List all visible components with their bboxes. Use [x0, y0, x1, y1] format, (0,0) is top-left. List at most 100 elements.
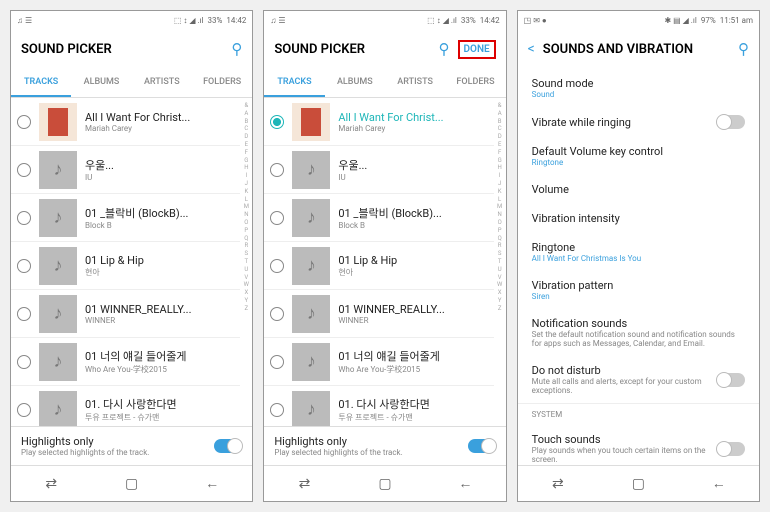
index-letter[interactable]: L: [240, 196, 252, 204]
track-row[interactable]: ♪01 _블락비 (BlockB)...Block B: [11, 194, 240, 242]
setting-row[interactable]: Vibration patternSiren: [518, 271, 759, 309]
index-letter[interactable]: E: [494, 141, 506, 149]
back-icon[interactable]: <: [528, 41, 535, 57]
index-letter[interactable]: H: [494, 164, 506, 172]
index-letter[interactable]: K: [494, 188, 506, 196]
index-letter[interactable]: C: [240, 125, 252, 133]
index-letter[interactable]: J: [494, 180, 506, 188]
home-button[interactable]: ▢: [91, 466, 171, 501]
radio-button[interactable]: [270, 163, 284, 177]
track-row[interactable]: ♪01 Lip & Hip현아: [264, 242, 493, 290]
index-letter[interactable]: L: [494, 196, 506, 204]
setting-toggle[interactable]: [717, 115, 745, 129]
tab-artists[interactable]: ARTISTS: [385, 69, 445, 97]
index-letter[interactable]: P: [240, 227, 252, 235]
track-row[interactable]: ♪우울...IU: [264, 146, 493, 194]
index-letter[interactable]: M: [240, 203, 252, 211]
index-letter[interactable]: Q: [240, 235, 252, 243]
index-letter[interactable]: B: [494, 118, 506, 126]
index-letter[interactable]: W: [240, 281, 252, 289]
setting-row[interactable]: Vibrate while ringing: [518, 107, 759, 137]
index-letter[interactable]: P: [494, 227, 506, 235]
track-row[interactable]: ♪01 너의 얘길 들어줄게Who Are You-学校2015: [11, 338, 240, 386]
track-row[interactable]: ♪01. 다시 사랑한다면투유 프로젝트 - 슈가맨: [264, 386, 493, 426]
back-button[interactable]: ←: [679, 466, 759, 501]
done-button[interactable]: DONE: [458, 40, 496, 59]
index-letter[interactable]: S: [240, 250, 252, 258]
search-icon[interactable]: ⚲: [439, 40, 450, 58]
setting-row[interactable]: Default Volume key controlRingtone: [518, 137, 759, 175]
index-letter[interactable]: H: [240, 164, 252, 172]
radio-button[interactable]: [17, 163, 31, 177]
index-letter[interactable]: X: [240, 289, 252, 297]
track-row[interactable]: All I Want For Christ...Mariah Carey: [11, 98, 240, 146]
index-letter[interactable]: Y: [240, 297, 252, 305]
setting-row[interactable]: Volume: [518, 175, 759, 204]
track-row[interactable]: ♪01 너의 얘길 들어줄게Who Are You-学校2015: [264, 338, 493, 386]
radio-button[interactable]: [270, 355, 284, 369]
setting-row[interactable]: Touch soundsPlay sounds when you touch c…: [518, 425, 759, 465]
index-letter[interactable]: A: [494, 110, 506, 118]
index-letter[interactable]: M: [494, 203, 506, 211]
highlights-toggle[interactable]: [214, 439, 242, 453]
index-letter[interactable]: R: [494, 242, 506, 250]
track-row[interactable]: ♪우울...IU: [11, 146, 240, 194]
radio-button[interactable]: [270, 211, 284, 225]
index-letter[interactable]: O: [494, 219, 506, 227]
index-letter[interactable]: X: [494, 289, 506, 297]
setting-toggle[interactable]: [717, 442, 745, 456]
track-row[interactable]: ♪01 WINNER_REALLY...WINNER: [264, 290, 493, 338]
tab-tracks[interactable]: TRACKS: [264, 69, 324, 97]
radio-button[interactable]: [270, 115, 284, 129]
index-letter[interactable]: T: [494, 258, 506, 266]
setting-row[interactable]: Vibration intensity: [518, 204, 759, 233]
home-button[interactable]: ▢: [345, 466, 425, 501]
index-letter[interactable]: W: [494, 281, 506, 289]
track-row[interactable]: ♪01 _블락비 (BlockB)...Block B: [264, 194, 493, 242]
radio-button[interactable]: [270, 259, 284, 273]
index-letter[interactable]: V: [494, 274, 506, 282]
index-scroller[interactable]: &ABCDEFGHIJKLMNOPQRSTUVWXYZ: [240, 98, 252, 426]
index-letter[interactable]: G: [494, 157, 506, 165]
index-letter[interactable]: I: [494, 172, 506, 180]
track-row[interactable]: ♪01. 다시 사랑한다면투유 프로젝트 - 슈가맨: [11, 386, 240, 426]
radio-button[interactable]: [17, 403, 31, 417]
search-icon[interactable]: ⚲: [738, 40, 749, 58]
index-letter[interactable]: U: [240, 266, 252, 274]
index-letter[interactable]: S: [494, 250, 506, 258]
index-letter[interactable]: &: [494, 102, 506, 110]
index-letter[interactable]: K: [240, 188, 252, 196]
setting-row[interactable]: Sound modeSound: [518, 69, 759, 107]
index-letter[interactable]: D: [240, 133, 252, 141]
setting-toggle[interactable]: [717, 373, 745, 387]
index-letter[interactable]: I: [240, 172, 252, 180]
setting-row[interactable]: RingtoneAll I Want For Christmas Is You: [518, 233, 759, 271]
index-letter[interactable]: R: [240, 242, 252, 250]
track-row[interactable]: All I Want For Christ...Mariah Carey: [264, 98, 493, 146]
index-scroller[interactable]: &ABCDEFGHIJKLMNOPQRSTUVWXYZ: [494, 98, 506, 426]
tab-albums[interactable]: ALBUMS: [71, 69, 131, 97]
index-letter[interactable]: D: [494, 133, 506, 141]
tab-artists[interactable]: ARTISTS: [132, 69, 192, 97]
back-button[interactable]: ←: [172, 466, 252, 501]
back-button[interactable]: ←: [425, 466, 505, 501]
radio-button[interactable]: [17, 115, 31, 129]
recent-button[interactable]: ⇄: [264, 466, 344, 501]
radio-button[interactable]: [17, 307, 31, 321]
index-letter[interactable]: A: [240, 110, 252, 118]
index-letter[interactable]: Z: [494, 305, 506, 313]
index-letter[interactable]: O: [240, 219, 252, 227]
index-letter[interactable]: Z: [240, 305, 252, 313]
index-letter[interactable]: G: [240, 157, 252, 165]
index-letter[interactable]: N: [494, 211, 506, 219]
setting-row[interactable]: Notification soundsSet the default notif…: [518, 309, 759, 356]
tab-albums[interactable]: ALBUMS: [325, 69, 385, 97]
setting-row[interactable]: Do not disturbMute all calls and alerts,…: [518, 356, 759, 403]
index-letter[interactable]: E: [240, 141, 252, 149]
home-button[interactable]: ▢: [598, 466, 678, 501]
radio-button[interactable]: [17, 355, 31, 369]
index-letter[interactable]: N: [240, 211, 252, 219]
tab-folders[interactable]: FOLDERS: [192, 69, 252, 97]
track-row[interactable]: ♪01 Lip & Hip현아: [11, 242, 240, 290]
index-letter[interactable]: V: [240, 274, 252, 282]
